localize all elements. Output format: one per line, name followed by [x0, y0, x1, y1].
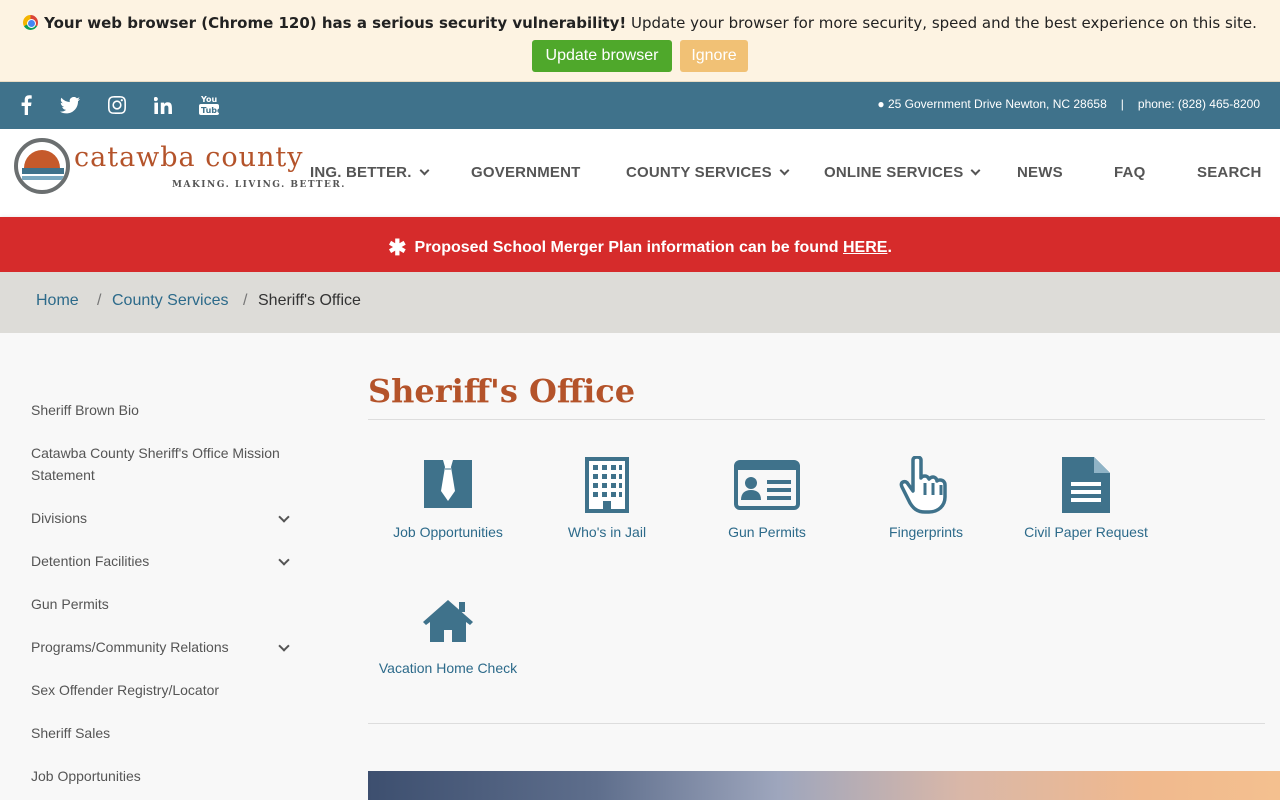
id-card-icon: [734, 460, 800, 510]
ignore-button[interactable]: Ignore: [680, 40, 748, 72]
nav-item-county-services[interactable]: COUNTY SERVICES: [626, 164, 790, 181]
breadcrumb-county-services[interactable]: County Services: [112, 292, 229, 310]
tile-vacation-home-check[interactable]: Vacation Home Check: [368, 598, 528, 688]
tile-label: Vacation Home Check: [378, 660, 518, 676]
tile-job-opportunities[interactable]: Job Opportunities: [368, 456, 528, 546]
sidebar-item-detention-facilities[interactable]: Detention Facilities: [31, 550, 301, 572]
nav-label: SEARCH: [1197, 164, 1262, 181]
tile-label: Fingerprints: [889, 524, 963, 540]
nav-label: ING. BETTER.: [310, 164, 412, 181]
browser-warning-bold: Your web browser (Chrome 120) has a seri…: [44, 14, 627, 32]
home-icon: [423, 600, 473, 642]
browser-warning-text: Update your browser for more security, s…: [626, 14, 1257, 32]
alert-banner: ✱ Proposed School Merger Plan information…: [0, 217, 1280, 272]
nav-item-living-better[interactable]: ING. BETTER.: [310, 164, 430, 181]
sidebar-item-mission-statement[interactable]: Catawba County Sheriff's Office Mission …: [31, 442, 301, 486]
tile-fingerprints[interactable]: Fingerprints: [846, 456, 1006, 546]
tile-label: Who's in Jail: [567, 524, 647, 540]
chrome-icon: [23, 15, 39, 30]
twitter-icon[interactable]: [59, 93, 81, 117]
divider: [368, 723, 1265, 724]
contact-separator: |: [1120, 97, 1124, 111]
breadcrumb: Home / County Services / Sheriff's Offic…: [0, 272, 1280, 333]
sidebar-item-sheriff-sales[interactable]: Sheriff Sales: [31, 722, 301, 744]
nav-label: GOVERNMENT: [471, 164, 581, 181]
sidebar-item-programs[interactable]: Programs/Community Relations: [31, 636, 301, 658]
nav-item-online-services[interactable]: ONLINE SERVICES: [824, 164, 981, 181]
tile-civil-paper-request[interactable]: Civil Paper Request: [1006, 456, 1166, 546]
alert-end: .: [887, 239, 892, 256]
nav-item-faq[interactable]: FAQ: [1114, 164, 1145, 181]
alert-text: Proposed School Merger Plan information …: [414, 239, 843, 256]
sidebar-item-gun-permits[interactable]: Gun Permits: [31, 593, 301, 615]
logo-tagline: MAKING. LIVING. BETTER.: [172, 180, 346, 190]
tile-label: Civil Paper Request: [1024, 524, 1148, 540]
address-text: 25 Government Drive Newton, NC 28658: [887, 97, 1107, 111]
document-icon: [1062, 457, 1110, 513]
sidebar-item-sex-offender-registry[interactable]: Sex Offender Registry/Locator: [31, 679, 301, 701]
sidebar-item-job-opportunities[interactable]: Job Opportunities: [31, 765, 301, 787]
sidebar-item-sheriff-brown-bio[interactable]: Sheriff Brown Bio: [31, 399, 301, 421]
browser-warning-bar: Your web browser (Chrome 120) has a seri…: [0, 0, 1280, 82]
social-bar: You Tube ● 25 Government Drive Newton, NC…: [0, 82, 1280, 129]
phone-text[interactable]: phone: (828) 465-8200: [1138, 97, 1260, 111]
logo-name: catawba county: [74, 142, 304, 173]
svg-text:You: You: [200, 95, 218, 104]
breadcrumb-current: Sheriff's Office: [258, 292, 361, 309]
map-marker-icon: ●: [877, 97, 885, 111]
asterisk-icon: ✱: [388, 235, 407, 260]
contact-info: ● 25 Government Drive Newton, NC 28658 | p…: [877, 97, 1260, 111]
nav-item-news[interactable]: NEWS: [1017, 164, 1063, 181]
logo-emblem-icon: [14, 138, 70, 194]
nav-label: NEWS: [1017, 164, 1063, 181]
nav-item-search[interactable]: SEARCH: [1197, 164, 1262, 181]
site-logo[interactable]: catawba county MAKING. LIVING. BETTER.: [14, 138, 344, 198]
browser-warning-message: Your web browser (Chrome 120) has a seri…: [0, 14, 1280, 32]
chevron-down-icon: [970, 165, 981, 176]
alert-here-link[interactable]: HERE: [843, 239, 887, 256]
linkedin-icon[interactable]: [152, 93, 174, 117]
tile-gun-permits[interactable]: Gun Permits: [687, 460, 847, 550]
page-title: Sheriff's Office: [368, 372, 636, 410]
tile-whos-in-jail[interactable]: Who's in Jail: [527, 456, 687, 546]
nav-label: ONLINE SERVICES: [824, 164, 964, 181]
facebook-icon[interactable]: [15, 93, 37, 117]
nav-item-government[interactable]: GOVERNMENT: [471, 164, 581, 181]
site-header: catawba county MAKING. LIVING. BETTER. I…: [0, 129, 1280, 217]
breadcrumb-separator: /: [243, 292, 248, 309]
sidebar-item-divisions[interactable]: Divisions: [31, 507, 301, 529]
chevron-down-icon: [419, 165, 430, 176]
tile-label: Job Opportunities: [393, 524, 503, 540]
svg-text:Tube: Tube: [201, 106, 219, 115]
nav-label: COUNTY SERVICES: [626, 164, 772, 181]
youtube-icon[interactable]: You Tube: [198, 93, 220, 117]
nav-label: FAQ: [1114, 164, 1146, 181]
divider: [368, 419, 1265, 420]
instagram-icon[interactable]: [106, 93, 128, 117]
chevron-down-icon: [779, 165, 790, 176]
update-browser-button[interactable]: Update browser: [532, 40, 672, 72]
hero-image: [368, 771, 1280, 800]
breadcrumb-separator: /: [97, 292, 102, 309]
tie-icon: [424, 460, 472, 508]
tile-label: Gun Permits: [728, 524, 806, 540]
breadcrumb-home[interactable]: Home: [36, 292, 79, 310]
building-icon: [585, 457, 629, 513]
pointing-hand-icon: [899, 456, 947, 514]
